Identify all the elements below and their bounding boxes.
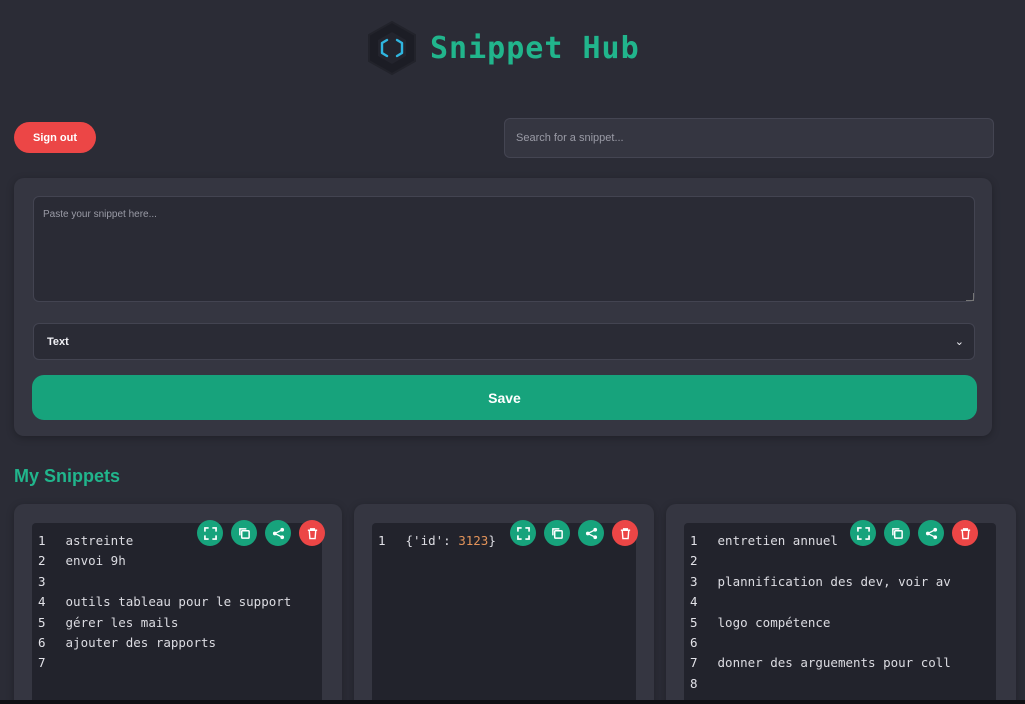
snippet-composer: Text ⌄ Save xyxy=(14,178,992,436)
code-line: 5 gérer les mails xyxy=(38,613,316,633)
copy-button[interactable] xyxy=(231,520,257,546)
line-number: 2 xyxy=(690,553,698,569)
window-bottom-edge xyxy=(0,700,1025,704)
resize-handle-icon[interactable] xyxy=(966,293,974,301)
line-number: 7 xyxy=(38,655,46,671)
code-line: 7 donner des arguements pour coll xyxy=(690,653,990,673)
delete-button[interactable] xyxy=(952,520,978,546)
code-line: 3 xyxy=(38,572,316,592)
save-button[interactable]: Save xyxy=(32,375,977,420)
line-number: 7 xyxy=(690,655,698,671)
expand-icon xyxy=(203,526,217,540)
code-line: 5 logo compétence xyxy=(690,613,990,633)
snippet-card: 1 entretien annuel 2 3 plannification des… xyxy=(666,504,1016,704)
line-number: 3 xyxy=(690,573,698,589)
copy-icon xyxy=(891,527,903,539)
code-line: 2 envoi 9h xyxy=(38,551,316,571)
card-actions xyxy=(510,520,638,546)
snippet-code-block: 1 {'id': 3123} xyxy=(372,523,636,704)
card-actions xyxy=(197,520,325,546)
code-line: 6 ajouter des rapports xyxy=(38,633,316,653)
snippet-textarea[interactable] xyxy=(33,196,975,302)
line-text: envoi 9h xyxy=(65,553,126,569)
share-button[interactable] xyxy=(265,520,291,546)
snippet-code-block: 1 entretien annuel 2 3 plannification des… xyxy=(684,523,996,704)
line-number: 4 xyxy=(38,594,46,610)
number-token: 3123 xyxy=(458,533,489,548)
app-title: Snippet Hub xyxy=(430,30,640,66)
chevron-down-icon: ⌄ xyxy=(954,336,964,348)
delete-button[interactable] xyxy=(299,520,325,546)
line-text: } xyxy=(488,533,496,548)
card-actions xyxy=(850,520,978,546)
sign-out-button[interactable]: Sign out xyxy=(14,122,96,153)
line-number: 5 xyxy=(690,614,698,630)
code-line: 6 xyxy=(690,633,990,653)
line-number: 8 xyxy=(690,675,698,691)
share-button[interactable] xyxy=(918,520,944,546)
delete-icon xyxy=(620,527,630,539)
code-line: 3 plannification des dev, voir av xyxy=(690,572,990,592)
my-snippets-title: My Snippets xyxy=(14,466,121,486)
line-number: 1 xyxy=(378,533,386,548)
copy-icon xyxy=(551,527,563,539)
line-text: gérer les mails xyxy=(65,614,179,630)
share-button[interactable] xyxy=(578,520,604,546)
line-text: logo compétence xyxy=(717,614,831,630)
line-text: donner des arguements pour coll xyxy=(717,655,951,671)
hexagon-code-icon xyxy=(368,20,416,76)
delete-icon xyxy=(960,527,970,539)
snippet-code-block: 1 astreinte 2 envoi 9h 3 4 outils tableau … xyxy=(32,523,322,704)
share-icon xyxy=(925,527,937,539)
brand-header: Snippet Hub xyxy=(366,20,640,76)
snippet-card: 1 {'id': 3123} xyxy=(354,504,654,704)
snippet-card: 1 astreinte 2 envoi 9h 3 4 outils tableau … xyxy=(14,504,342,704)
code-line: 8 xyxy=(690,674,990,694)
snippet-hub-page: Snippet Hub Sign out Text ⌄ Save My Snip… xyxy=(0,0,1025,704)
copy-button[interactable] xyxy=(544,520,570,546)
expand-button[interactable] xyxy=(850,520,876,546)
expand-button[interactable] xyxy=(510,520,536,546)
delete-icon xyxy=(307,527,317,539)
search-input[interactable] xyxy=(504,118,994,158)
share-icon xyxy=(272,527,284,539)
line-number: 6 xyxy=(690,635,698,651)
share-icon xyxy=(585,527,597,539)
code-line: 4 outils tableau pour le support xyxy=(38,592,316,612)
expand-icon xyxy=(516,526,530,540)
line-number: 6 xyxy=(38,635,46,651)
expand-button[interactable] xyxy=(197,520,223,546)
line-text: astreinte xyxy=(65,533,134,548)
code-line: 2 xyxy=(690,551,990,571)
delete-button[interactable] xyxy=(612,520,638,546)
line-number: 2 xyxy=(38,553,46,569)
line-text: plannification des dev, voir av xyxy=(717,573,951,589)
line-number: 5 xyxy=(38,614,46,630)
language-select-value: Text xyxy=(47,335,69,348)
line-text: entretien annuel xyxy=(717,533,838,548)
line-number: 1 xyxy=(690,533,698,548)
copy-button[interactable] xyxy=(884,520,910,546)
line-number: 3 xyxy=(38,573,46,589)
copy-icon xyxy=(238,527,250,539)
code-line: 4 xyxy=(690,592,990,612)
line-number: 4 xyxy=(690,594,698,610)
expand-icon xyxy=(856,526,870,540)
line-number: 1 xyxy=(38,533,46,548)
line-text: {'id': xyxy=(405,533,459,548)
line-text: ajouter des rapports xyxy=(65,635,217,651)
language-select[interactable]: Text ⌄ xyxy=(33,323,975,360)
code-line: 7 xyxy=(38,653,316,673)
line-text: outils tableau pour le support xyxy=(65,594,292,610)
